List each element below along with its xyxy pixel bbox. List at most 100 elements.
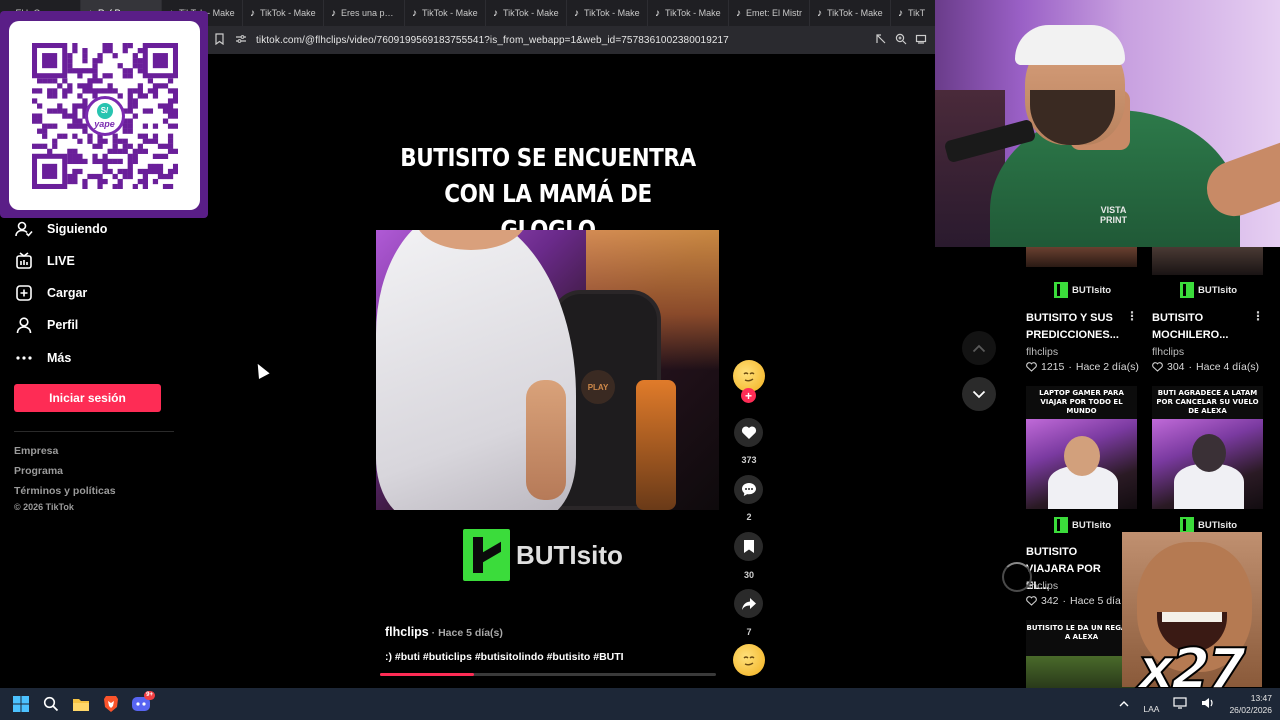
- sidebar-item-label: Cargar: [47, 286, 88, 300]
- footer-link-terms[interactable]: Términos y políticas: [14, 485, 116, 497]
- discord-notification-badge: 9+: [144, 691, 155, 700]
- share-count: 7: [746, 627, 752, 637]
- search-icon: [43, 696, 59, 712]
- like-button[interactable]: [734, 418, 763, 447]
- mouse-cursor-icon: [252, 361, 270, 379]
- browser-tab[interactable]: ♪ TikT: [891, 0, 935, 26]
- browser-tab[interactable]: ♪TikTok - Make: [486, 0, 567, 26]
- following-icon: [14, 220, 34, 238]
- chevron-down-icon: [972, 390, 986, 398]
- sidebar-item-upload[interactable]: Cargar: [14, 284, 87, 302]
- site-info-icon[interactable]: [230, 34, 252, 47]
- mini-logo-label: BUTIsito: [1072, 284, 1112, 296]
- video-thumbnail[interactable]: [1026, 247, 1137, 267]
- keyboard-language[interactable]: LAA: [1143, 704, 1159, 714]
- video-thumbnail[interactable]: [1152, 247, 1263, 275]
- k-logo-icon: [1054, 282, 1068, 298]
- k-logo-icon: [463, 529, 510, 581]
- next-video-button[interactable]: [962, 377, 996, 411]
- video-card-time: Hace 5 día: [1070, 595, 1121, 607]
- taskbar-discord[interactable]: 9+: [126, 688, 156, 720]
- browser-tab[interactable]: ♪ Emet: El Mistr: [729, 0, 810, 26]
- network-icon[interactable]: [1173, 697, 1188, 711]
- more-options-icon[interactable]: ⋮: [1126, 309, 1138, 323]
- save-button[interactable]: [734, 532, 763, 561]
- video-thumbnail[interactable]: BUTI AGRADECE A LATAM POR CANCELAR SU VU…: [1152, 386, 1263, 509]
- comment-count: 2: [746, 512, 752, 522]
- sidebar-item-more[interactable]: Más: [14, 349, 71, 367]
- browser-tab[interactable]: ♪TikTok - Make: [567, 0, 648, 26]
- thumbnail-caption: BUTI AGRADECE A LATAM POR CANCELAR SU VU…: [1156, 389, 1259, 415]
- webcam-cap: [1015, 25, 1125, 65]
- sidebar-item-label: Perfil: [47, 318, 79, 332]
- video-card-time: Hace 2 día(s): [1075, 361, 1139, 373]
- laugh-teeth: [1162, 612, 1222, 622]
- video-author[interactable]: flhclips: [385, 625, 429, 639]
- taskbar-brave-browser[interactable]: [96, 688, 126, 720]
- tiktok-favicon-icon: ♪: [493, 7, 498, 19]
- taskbar-search-button[interactable]: [36, 688, 66, 720]
- video-player[interactable]: PLAY: [376, 230, 719, 510]
- video-progress-bar[interactable]: [380, 673, 716, 676]
- translate-icon[interactable]: [875, 33, 887, 48]
- butisito-logo: BUTIsito: [463, 529, 623, 581]
- butisito-mini-logo: BUTIsito: [1054, 282, 1111, 298]
- video-card-author[interactable]: flhclips: [1026, 346, 1058, 358]
- taskbar-clock[interactable]: 13:47 26/02/2026: [1229, 692, 1272, 716]
- video-card-author[interactable]: flhclips: [1152, 346, 1184, 358]
- video-author-line: flhclips · Hace 5 día(s): [385, 625, 503, 639]
- browser-tab[interactable]: ♪TikTok - Make: [405, 0, 486, 26]
- k-logo-icon: [1180, 282, 1194, 298]
- video-card-meta: 342 · Hace 5 día: [1026, 595, 1121, 607]
- k-logo-icon: [1180, 517, 1194, 533]
- browser-tab[interactable]: ♪ Eres una pers: [324, 0, 405, 26]
- taskbar: 9+ LAA 13:47 26/02/2026: [0, 688, 1280, 720]
- mini-logo-label: BUTIsito: [1198, 284, 1238, 296]
- browser-tab[interactable]: ♪TikTok - Make: [810, 0, 891, 26]
- video-frame-play-badge: PLAY: [581, 370, 615, 404]
- sound-avatar[interactable]: [733, 644, 765, 676]
- volume-icon[interactable]: [1201, 697, 1215, 711]
- video-card-title[interactable]: BUTISITO Y SUS PREDICCIONES...: [1026, 310, 1126, 344]
- bookmark-icon[interactable]: [208, 32, 230, 48]
- sidebar-item-profile[interactable]: Perfil: [14, 316, 78, 334]
- share-icon: [741, 597, 756, 610]
- tiktok-favicon-icon: ♪: [898, 7, 903, 19]
- heart-outline-icon: [1026, 596, 1037, 606]
- video-title-line-1: BUTISITO SE ENCUENTRA: [400, 143, 696, 172]
- footer-link-company[interactable]: Empresa: [14, 445, 58, 457]
- thumbnail-image: [1152, 247, 1263, 275]
- sidebar-item-following[interactable]: Siguiendo: [14, 220, 107, 238]
- jersey-line-1: VISTA: [1100, 205, 1127, 215]
- video-thumbnail[interactable]: LAPTOP GAMER PARA VIAJAR POR TODO EL MUN…: [1026, 386, 1137, 509]
- tiktok-favicon-icon: ♪: [412, 7, 417, 19]
- tray-expand-icon[interactable]: [1119, 699, 1129, 709]
- video-card-meta: 304 · Hace 4 día(s): [1152, 361, 1259, 373]
- login-button[interactable]: Iniciar sesión: [14, 384, 161, 412]
- thumbnail-image: [1026, 656, 1137, 688]
- video-frame-arm: [526, 380, 566, 500]
- video-thumbnail[interactable]: BUTISITO LE DA UN REGALO A ALEXA: [1026, 620, 1137, 688]
- start-button[interactable]: [6, 688, 36, 720]
- follow-plus-icon[interactable]: +: [741, 388, 756, 403]
- tiktok-favicon-icon: ♪: [331, 7, 336, 19]
- profile-icon: [14, 316, 34, 334]
- folder-icon: [73, 698, 89, 711]
- browser-tab[interactable]: ♪TikTok - Make: [243, 0, 324, 26]
- thumbnail-face: [1192, 434, 1226, 472]
- share-button[interactable]: [734, 589, 763, 618]
- video-card-title[interactable]: BUTISITO MOCHILERO...: [1152, 310, 1252, 344]
- more-options-icon[interactable]: ⋮: [1252, 309, 1264, 323]
- taskbar-file-explorer[interactable]: [66, 688, 96, 720]
- sidebar-item-label: Siguiendo: [47, 222, 108, 236]
- url-field[interactable]: tiktok.com/@flhclips/video/7609199569183…: [256, 35, 875, 46]
- heart-outline-icon: [1152, 362, 1163, 372]
- browser-tab[interactable]: ♪TikTok - Make: [648, 0, 729, 26]
- sidebar-item-live[interactable]: LIVE: [14, 252, 75, 270]
- zoom-icon[interactable]: [895, 33, 907, 48]
- footer-link-program[interactable]: Programa: [14, 465, 63, 477]
- cast-icon[interactable]: [915, 33, 927, 48]
- sidebar-item-label: Más: [47, 351, 72, 365]
- comment-button[interactable]: [734, 475, 763, 504]
- previous-video-button[interactable]: [962, 331, 996, 365]
